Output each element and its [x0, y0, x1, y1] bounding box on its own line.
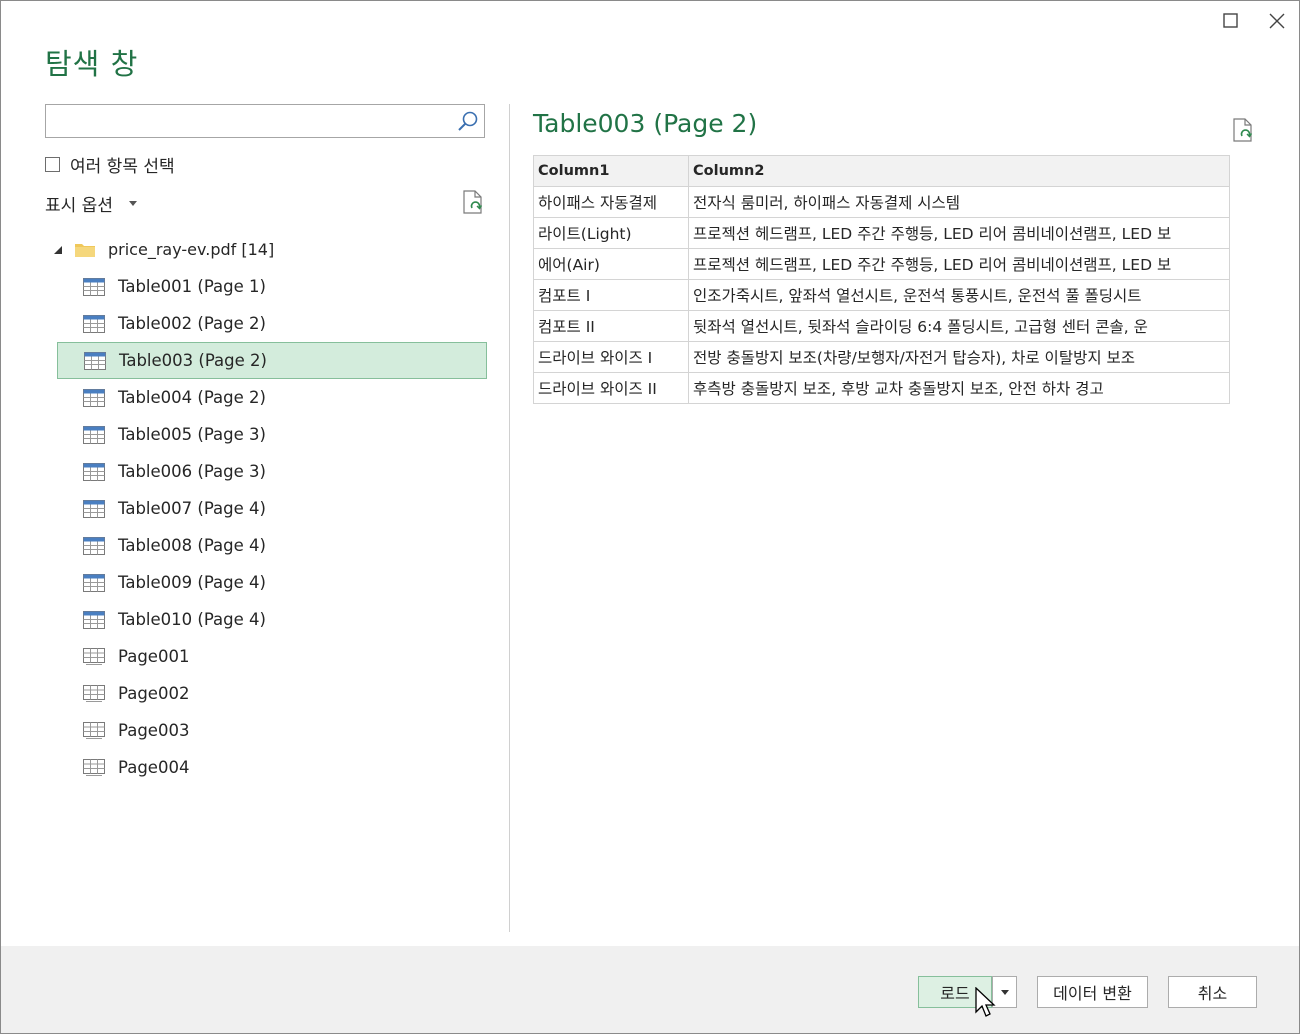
display-options-label: 표시 옵션 — [45, 196, 113, 216]
tree-item-label: Page002 — [118, 684, 190, 703]
table-cell: 드라이브 와이즈 II — [533, 372, 689, 404]
mouse-cursor-icon — [975, 987, 996, 1017]
preview-table: Column1 Column2 하이패스 자동결제 전자식 룸미러, 하이패스 자… — [533, 155, 1230, 404]
table-cell: 라이트(Light) — [533, 217, 689, 249]
tree-item[interactable]: Table003 (Page 2) — [57, 342, 487, 379]
tree-item[interactable]: Table006 (Page 3) — [57, 453, 487, 490]
chevron-down-icon — [128, 201, 137, 206]
search-icon[interactable] — [456, 110, 480, 134]
table-row: 에어(Air) 프로젝션 헤드램프, LED 주간 주행등, LED 리어 콤비네… — [533, 248, 1230, 280]
table-icon — [83, 425, 105, 444]
tree-item-label: Table004 (Page 2) — [118, 388, 266, 407]
tree-item-label: Table010 (Page 4) — [118, 610, 266, 629]
chevron-down-icon — [1000, 989, 1009, 995]
multi-select-option[interactable]: 여러 항목 선택 — [45, 152, 175, 177]
table-cell: 드라이브 와이즈 I — [533, 341, 689, 373]
page-icon — [83, 758, 105, 776]
table-icon — [83, 277, 105, 296]
table-cell: 프로젝션 헤드램프, LED 주간 주행등, LED 리어 콤비네이션램프, L… — [688, 248, 1230, 280]
table-cell: 컴포트 II — [533, 310, 689, 342]
close-icon — [1269, 13, 1285, 29]
table-cell: 에어(Air) — [533, 248, 689, 280]
table-icon — [83, 462, 105, 481]
table-cell: 인조가죽시트, 앞좌석 열선시트, 운전석 통풍시트, 운전석 풀 폴딩시트 — [688, 279, 1230, 311]
tree-item[interactable]: Table010 (Page 4) — [57, 601, 487, 638]
tree-item[interactable]: Table001 (Page 1) — [57, 268, 487, 305]
panel-divider — [509, 104, 510, 932]
tree-item[interactable]: Page003 — [57, 712, 487, 749]
navigator-tree: price_ray-ev.pdf [14] Table001 (Page 1) T… — [45, 231, 489, 786]
maximize-button[interactable] — [1219, 9, 1243, 33]
tree-item[interactable]: Table008 (Page 4) — [57, 527, 487, 564]
column-header: Column2 — [688, 155, 1230, 187]
tree-item[interactable]: Page004 — [57, 749, 487, 786]
cancel-button[interactable]: 취소 — [1168, 976, 1257, 1008]
table-row: 컴포트 II 뒷좌석 열선시트, 뒷좌석 슬라이딩 6:4 폴딩시트, 고급형 센… — [533, 310, 1230, 342]
table-header-row: Column1 Column2 — [533, 155, 1230, 187]
page-icon — [83, 721, 105, 739]
tree-item-label: Table009 (Page 4) — [118, 573, 266, 592]
multi-select-checkbox[interactable] — [45, 157, 60, 172]
tree-item-label: Table003 (Page 2) — [119, 351, 267, 370]
table-icon — [83, 388, 105, 407]
preview-refresh-icon[interactable] — [1231, 117, 1255, 143]
tree-item[interactable]: Page001 — [57, 638, 487, 675]
table-cell: 컴포트 I — [533, 279, 689, 311]
tree-item-label: Table005 (Page 3) — [118, 425, 266, 444]
page-icon — [83, 684, 105, 702]
table-row: 하이패스 자동결제 전자식 룸미러, 하이패스 자동결제 시스템 — [533, 186, 1230, 218]
navigator-dialog: 탐색 창 여러 항목 선택 표시 옵션 price_ray-ev.pdf [14 — [0, 0, 1300, 1034]
table-cell: 전방 충돌방지 보조(차량/보행자/자전거 탑승자), 차로 이탈방지 보조 — [688, 341, 1230, 373]
table-row: 라이트(Light) 프로젝션 헤드램프, LED 주간 주행등, LED 리어 … — [533, 217, 1230, 249]
table-icon — [83, 536, 105, 555]
tree-root-label: price_ray-ev.pdf [14] — [108, 240, 275, 259]
dialog-footer: 로드 데이터 변환 취소 — [1, 946, 1299, 1033]
preview-title: Table003 (Page 2) — [533, 109, 758, 138]
table-row: 컴포트 I 인조가죽시트, 앞좌석 열선시트, 운전석 통풍시트, 운전석 풀 폴… — [533, 279, 1230, 311]
page-icon — [83, 647, 105, 665]
tree-item[interactable]: Table009 (Page 4) — [57, 564, 487, 601]
collapse-triangle-icon[interactable] — [51, 243, 65, 257]
dialog-title: 탐색 창 — [45, 47, 139, 81]
display-options-menu[interactable]: 표시 옵션 — [45, 191, 137, 216]
tree-item-label: Page001 — [118, 647, 190, 666]
search-input[interactable] — [50, 105, 454, 137]
close-button[interactable] — [1265, 9, 1289, 33]
transform-data-button[interactable]: 데이터 변환 — [1037, 976, 1148, 1008]
table-icon — [83, 610, 105, 629]
tree-item[interactable]: Page002 — [57, 675, 487, 712]
tree-item-label: Table001 (Page 1) — [118, 277, 266, 296]
table-row: 드라이브 와이즈 II 후측방 충돌방지 보조, 후방 교차 충돌방지 보조, 안… — [533, 372, 1230, 404]
tree-item[interactable]: Table007 (Page 4) — [57, 490, 487, 527]
table-cell: 뒷좌석 열선시트, 뒷좌석 슬라이딩 6:4 폴딩시트, 고급형 센터 콘솔, … — [688, 310, 1230, 342]
maximize-icon — [1223, 13, 1238, 28]
tree-item-label: Table007 (Page 4) — [118, 499, 266, 518]
tree-item-label: Table008 (Page 4) — [118, 536, 266, 555]
table-icon — [83, 314, 105, 333]
table-row: 드라이브 와이즈 I 전방 충돌방지 보조(차량/보행자/자전거 탑승자), 차로… — [533, 341, 1230, 373]
table-icon — [84, 351, 106, 370]
tree-item[interactable]: Table002 (Page 2) — [57, 305, 487, 342]
table-cell: 전자식 룸미러, 하이패스 자동결제 시스템 — [688, 186, 1230, 218]
tree-item-label: Table002 (Page 2) — [118, 314, 266, 333]
tree-item[interactable]: Table005 (Page 3) — [57, 416, 487, 453]
folder-icon — [75, 244, 95, 257]
tree-item-label: Table006 (Page 3) — [118, 462, 266, 481]
tree-item-label: Page003 — [118, 721, 190, 740]
column-header: Column1 — [533, 155, 689, 187]
tree-item-label: Page004 — [118, 758, 190, 777]
table-icon — [83, 573, 105, 592]
table-cell: 후측방 충돌방지 보조, 후방 교차 충돌방지 보조, 안전 하차 경고 — [688, 372, 1230, 404]
search-box[interactable] — [45, 104, 485, 138]
tree-root-file[interactable]: price_ray-ev.pdf [14] — [45, 231, 489, 268]
tree-item[interactable]: Table004 (Page 2) — [57, 379, 487, 416]
table-cell: 프로젝션 헤드램프, LED 주간 주행등, LED 리어 콤비네이션램프, L… — [688, 217, 1230, 249]
table-icon — [83, 499, 105, 518]
refresh-icon[interactable] — [461, 189, 485, 215]
table-cell: 하이패스 자동결제 — [533, 186, 689, 218]
multi-select-label: 여러 항목 선택 — [70, 157, 175, 177]
